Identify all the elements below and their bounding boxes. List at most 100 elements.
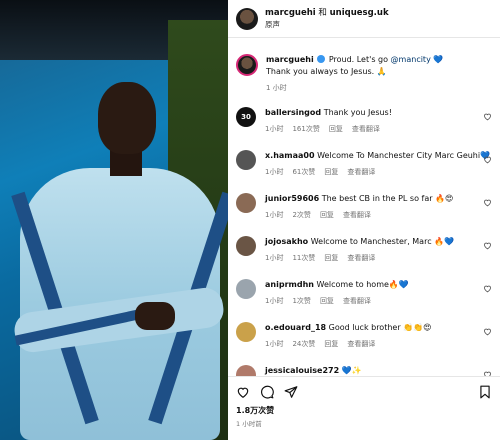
comment-list: 30 ballersingod Thank you Jesus! 1小时 161… [228,99,500,376]
comment-username[interactable]: o.edouard_18 [265,323,326,332]
caption-time: 1 小时 [266,84,287,92]
comment-item: junior59606 The best CB in the PL so far… [228,185,500,228]
comment-text: aniprmdhn Welcome to home🔥💙 [265,279,409,291]
caption-username[interactable]: marcguehi [266,55,314,64]
header-connector: 和 [318,8,327,18]
comment-item: aniprmdhn Welcome to home🔥💙 1小时 1次赞 回复 查… [228,271,500,314]
photo-hand [135,302,175,330]
heart-icon[interactable] [236,385,250,399]
comment-avatar[interactable] [236,279,256,299]
comment-avatar[interactable] [236,150,256,170]
comment-body: Good luck brother 👏👏😍 [328,323,432,332]
comment-username[interactable]: x.hamaa00 [265,151,315,160]
caption: marcguehi Proud. Let's go @mancity 💙 Tha… [228,38,500,99]
comment-time: 1小时 [265,297,284,305]
comment-item: jojosakho Welcome to Manchester, Marc 🔥💙… [228,228,500,271]
post-footer: 1.8万次赞 1 小时前 [228,376,500,440]
bookmark-icon[interactable] [478,385,492,399]
comment-likes[interactable]: 1次赞 [292,296,310,306]
comment-likes[interactable]: 161次赞 [292,124,319,134]
comment-text: jojosakho Welcome to Manchester, Marc 🔥💙 [265,236,454,248]
comment-likes[interactable]: 61次赞 [292,167,315,177]
share-icon[interactable] [284,385,298,399]
comment-avatar[interactable] [236,236,256,256]
comment-heart-icon[interactable] [483,327,492,336]
header-collaborator[interactable]: uniquesg.uk [330,8,389,18]
comment-avatar[interactable] [236,193,256,213]
reply-button[interactable]: 回复 [320,296,334,306]
photo-head [98,82,156,154]
reply-button[interactable]: 回复 [324,253,338,263]
comment-heart-icon[interactable] [483,155,492,164]
comment-likes[interactable]: 24次赞 [292,339,315,349]
comment-meta: 1小时 61次赞 回复 查看翻译 [265,167,490,177]
comment-item: x.hamaa00 Welcome To Manchester City Mar… [228,142,500,185]
comment-avatar[interactable] [236,365,256,376]
comment-avatar[interactable] [236,322,256,342]
post-photo[interactable] [0,0,228,440]
comment-time: 1小时 [265,125,284,133]
verified-icon [317,55,326,63]
like-count[interactable]: 1.8万次赞 [228,399,500,416]
comment-time: 1小时 [265,211,284,219]
header-names: marcguehi 和 uniquesg.uk [265,7,389,19]
comment-body: Welcome to Manchester, Marc 🔥💙 [310,237,455,246]
reply-button[interactable]: 回复 [324,339,338,349]
comment-item: o.edouard_18 Good luck brother 👏👏😍 1小时 2… [228,314,500,357]
reply-button[interactable]: 回复 [329,124,343,134]
comment-meta: 1小时 2次赞 回复 查看翻译 [265,210,453,220]
comment-item: 30 ballersingod Thank you Jesus! 1小时 161… [228,99,500,142]
comment-heart-icon[interactable] [483,198,492,207]
comment-body: Welcome To Manchester City Marc Geuhi💙 [317,151,491,160]
comment-body: The best CB in the PL so far 🔥😍 [321,194,454,203]
comment-meta: 1小时 1次赞 回复 查看翻译 [265,296,409,306]
comment-heart-icon[interactable] [483,112,492,121]
comment-username[interactable]: jojosakho [265,237,308,246]
comment-time: 1小时 [265,168,284,176]
action-bar [228,377,500,399]
caption-mention[interactable]: @mancity [391,55,431,64]
comment-item: jessicalouise272 💙✨ 1小时 [228,357,500,376]
comment-username[interactable]: ballersingod [265,108,321,117]
reply-button[interactable]: 回复 [324,167,338,177]
comment-body: Thank you Jesus! [323,108,392,117]
comment-time: 1小时 [265,340,284,348]
comment-avatar[interactable]: 30 [236,107,256,127]
post-header: marcguehi 和 uniquesg.uk 原声 [228,0,500,38]
caption-avatar[interactable] [236,54,258,76]
comment-username[interactable]: jessicalouise272 [265,366,339,375]
comment-username[interactable]: junior59606 [265,194,319,203]
translate-button[interactable]: 查看翻译 [352,124,380,134]
comment-username[interactable]: aniprmdhn [265,280,314,289]
comment-meta: 1小时 24次赞 回复 查看翻译 [265,339,431,349]
header-username[interactable]: marcguehi [265,8,316,18]
comment-text: junior59606 The best CB in the PL so far… [265,193,453,205]
comment-likes[interactable]: 2次赞 [292,210,310,220]
post-panel: marcguehi 和 uniquesg.uk 原声 marcguehi Pro… [228,0,500,440]
caption-text: marcguehi Proud. Let's go @mancity 💙 Tha… [266,55,444,76]
caption-line2: Thank you always to Jesus. 🙏 [266,67,387,76]
comment-text: jessicalouise272 💙✨ [265,365,362,376]
reply-button[interactable]: 回复 [320,210,334,220]
translate-button[interactable]: 查看翻译 [347,167,375,177]
comments-scroll[interactable]: marcguehi Proud. Let's go @mancity 💙 Tha… [228,38,500,376]
header-audio[interactable]: 原声 [265,19,389,30]
comment-meta: 1小时 161次赞 回复 查看翻译 [265,124,392,134]
translate-button[interactable]: 查看翻译 [347,339,375,349]
comment-body: Welcome to home🔥💙 [316,280,409,289]
comment-heart-icon[interactable] [483,284,492,293]
translate-button[interactable]: 查看翻译 [343,296,371,306]
comment-body: 💙✨ [341,366,362,375]
comment-text: ballersingod Thank you Jesus! [265,107,392,119]
comment-text: o.edouard_18 Good luck brother 👏👏😍 [265,322,431,334]
comment-time: 1小时 [265,254,284,262]
header-avatar[interactable] [236,7,258,30]
translate-button[interactable]: 查看翻译 [343,210,371,220]
comment-icon[interactable] [260,385,274,399]
post-date: 1 小时前 [236,420,262,428]
comment-likes[interactable]: 11次赞 [292,253,315,263]
translate-button[interactable]: 查看翻译 [347,253,375,263]
caption-line1: Proud. Let's go [328,55,388,64]
comment-meta: 1小时 11次赞 回复 查看翻译 [265,253,454,263]
comment-heart-icon[interactable] [483,241,492,250]
